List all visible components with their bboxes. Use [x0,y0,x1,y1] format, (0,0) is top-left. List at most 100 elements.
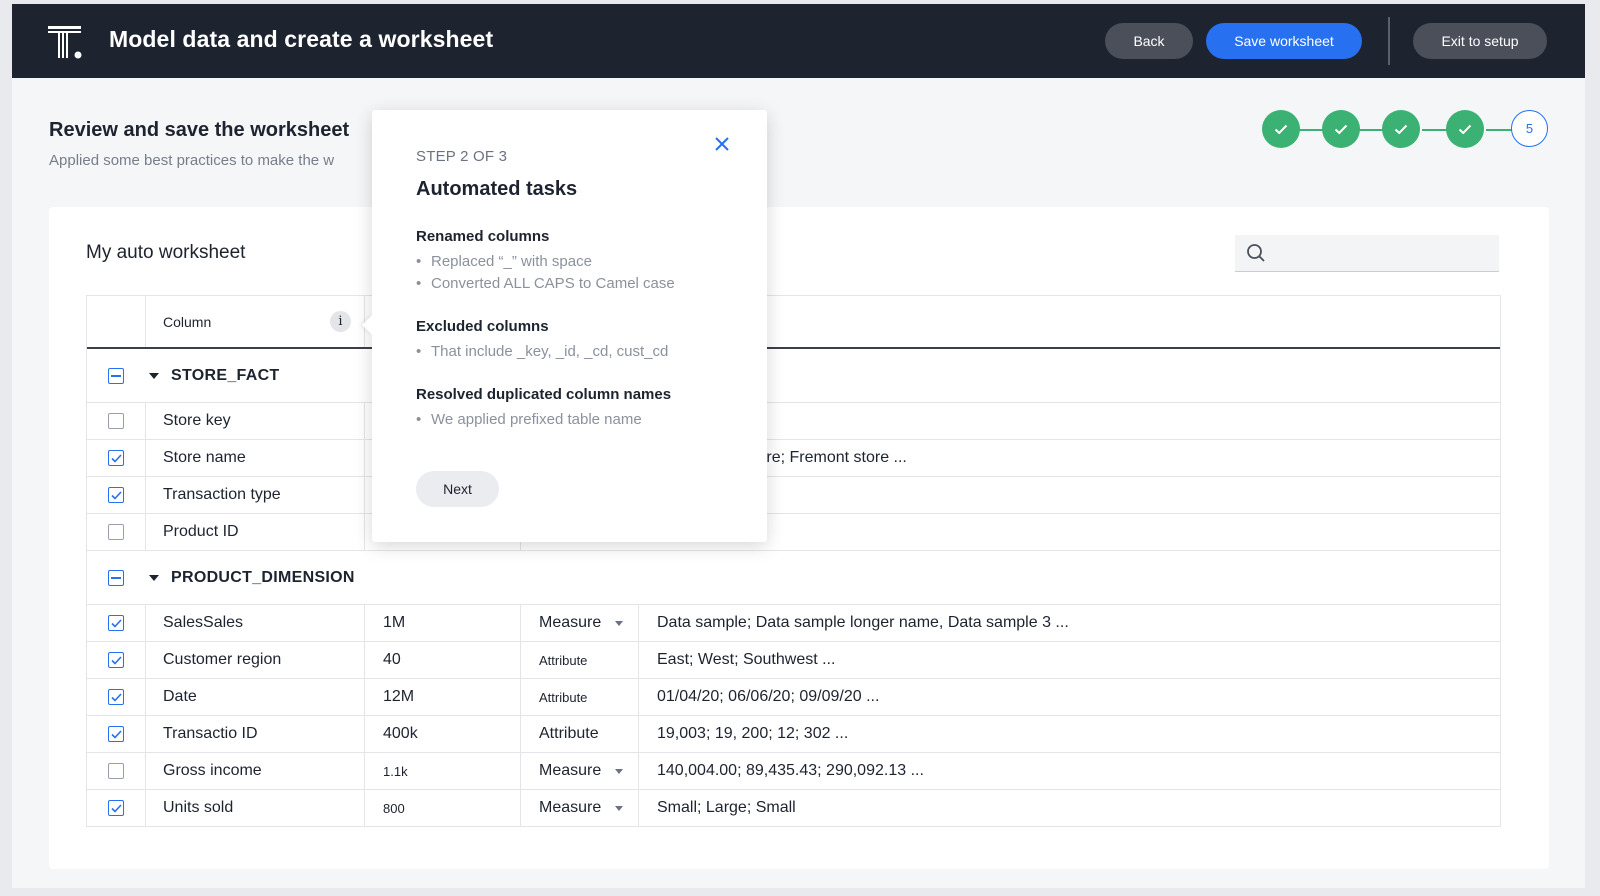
group-name: PRODUCT_DIMENSION [171,568,355,586]
value-cell: 400k [366,716,521,752]
back-button[interactable]: Back [1105,23,1193,59]
popover-step: STEP 2 OF 3 [416,148,508,165]
check-icon [1394,124,1408,134]
checkbox-cell [87,514,146,550]
column-name: Customer region [146,642,365,678]
section-item: That include _key, _id, _cd, cust_cd [416,341,736,363]
checkbox-cell [87,440,146,476]
sample-values: 299 ... [640,514,1500,550]
type-dropdown[interactable]: Measure [522,605,639,641]
check-icon [110,618,122,628]
page-title: Review and save the worksheet [49,119,350,141]
group-toggle[interactable]: STORE_FACT [149,349,280,402]
type-dropdown[interactable]: Measure [522,790,639,826]
popover-title: Automated tasks [416,178,578,200]
row-checkbox[interactable] [108,413,124,429]
dropdown-arrow-icon [615,768,624,774]
column-name: Store name [146,440,365,476]
table-row: Customer region 40 Attribute East; West;… [87,642,1500,679]
checkbox-cell [87,790,146,826]
column-name: Store key [146,403,365,439]
page-subtitle: Applied some best practices to make the … [49,152,335,169]
table-group-row[interactable]: PRODUCT_DIMENSION [87,551,1500,605]
table-row: Store name ore; Tucson store; Fremont st… [87,440,1500,477]
header-checkbox-cell [87,296,146,347]
table-row: SalesSales 1M Measure Data sample; Data … [87,605,1500,642]
header-divider [1388,17,1390,65]
table-group-row[interactable]: STORE_FACT [87,349,1500,403]
indeterminate-icon [111,576,121,579]
step-3-complete[interactable] [1382,110,1420,148]
checkbox-cell [87,679,146,715]
caret-down-icon [149,372,159,379]
step-4-complete[interactable] [1446,110,1484,148]
group-toggle[interactable]: PRODUCT_DIMENSION [149,551,355,604]
row-checkbox[interactable] [108,689,124,705]
save-worksheet-button[interactable]: Save worksheet [1206,23,1362,59]
row-checkbox[interactable] [108,615,124,631]
next-button[interactable]: Next [416,471,499,507]
section-item: Replaced “_” with space [416,251,736,273]
table-row: Store key [87,403,1500,440]
app-title: Model data and create a worksheet [109,26,494,52]
value-cell: 1.1k [366,753,521,789]
check-icon [110,692,122,702]
section-heading: Renamed columns [416,228,550,245]
table-row: Product ID 299 ... [87,514,1500,551]
group-checkbox-cell [87,349,145,402]
step-2-complete[interactable] [1322,110,1360,148]
row-checkbox[interactable] [108,726,124,742]
group-checkbox[interactable] [108,569,124,586]
checkbox-cell [87,477,146,513]
sample-values: East; West; Southwest ... [657,651,836,668]
group-checkbox-cell [87,551,145,604]
dropdown-arrow-icon [615,620,624,626]
table-header-row: Column i [87,296,1500,349]
type-cell: Attribute [522,716,639,752]
check-icon [110,729,122,739]
checkbox-cell [87,642,146,678]
search-box[interactable] [1235,235,1499,272]
value-cell: 40 [366,642,521,678]
step-5-current[interactable]: 5 [1511,110,1548,147]
type-label: Measure [539,799,602,816]
table-row: Units sold 800 Measure Small; Large; Sma… [87,790,1500,827]
columns-table: Column i STORE_FACT Store key Store name… [86,295,1501,827]
search-input[interactable] [1275,235,1494,271]
type-label: Measure [539,762,602,779]
row-checkbox[interactable] [108,800,124,816]
progress-stepper: 5 [1262,110,1552,150]
info-icon[interactable]: i [330,311,351,332]
checkbox-cell [87,605,146,641]
section-heading: Excluded columns [416,318,549,335]
column-name: Transaction type [146,477,365,513]
sample-values: Cash .... [640,477,1500,513]
caret-down-icon [149,574,159,581]
value-cell: 800 [366,790,521,826]
row-checkbox[interactable] [108,487,124,503]
type-cell: Attribute [522,679,639,715]
popover-section: Renamed columns Replaced “_” with space … [416,228,736,295]
sample-values: Small; Large; Small [657,799,796,816]
row-checkbox[interactable] [108,524,124,540]
group-checkbox[interactable] [108,367,124,384]
type-cell: Attribute [522,642,639,678]
row-checkbox[interactable] [108,652,124,668]
sample-values: 19,003; 19, 200; 12; 302 ... [657,725,849,742]
table-row: Transaction type Cash .... [87,477,1500,514]
check-icon [110,655,122,665]
step-1-complete[interactable] [1262,110,1300,148]
section-item: Converted ALL CAPS to Camel case [416,273,736,295]
popover-section: Resolved duplicated column names We appl… [416,386,736,431]
row-checkbox[interactable] [108,763,124,779]
value-cell: 12M [366,679,521,715]
popover-section: Excluded columns That include _key, _id,… [416,318,736,363]
indeterminate-icon [111,374,121,377]
exit-to-setup-button[interactable]: Exit to setup [1413,23,1547,59]
column-name: Gross income [146,753,365,789]
type-dropdown[interactable]: Measure [522,753,639,789]
close-icon[interactable] [712,134,732,154]
row-checkbox[interactable] [108,450,124,466]
value-cell: 1M [366,605,521,641]
column-name: Date [146,679,365,715]
